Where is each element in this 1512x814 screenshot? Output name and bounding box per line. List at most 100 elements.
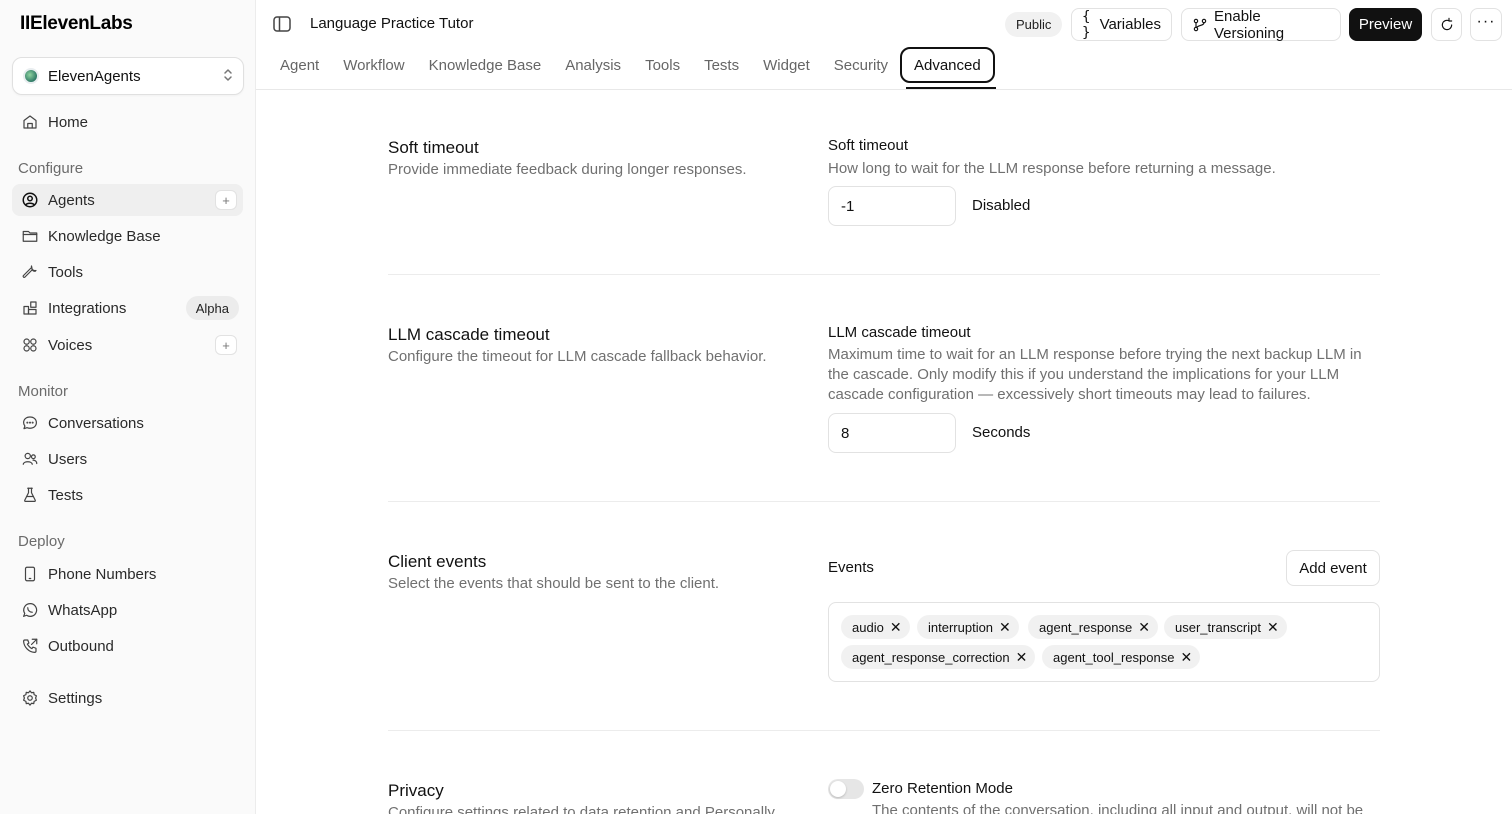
variables-button[interactable]: { } Variables bbox=[1071, 8, 1172, 41]
event-chip-label: interruption bbox=[928, 619, 994, 635]
git-branch-icon bbox=[1192, 17, 1208, 33]
event-chip: interruption ✕ bbox=[917, 615, 1019, 639]
sidebar-item-label: WhatsApp bbox=[48, 601, 118, 619]
section-deploy: Deploy bbox=[18, 533, 65, 550]
sidebar-item-outbound[interactable]: Outbound bbox=[12, 630, 243, 662]
events-multiselect[interactable]: audio ✕ interruption ✕ agent_response ✕ use… bbox=[828, 602, 1380, 682]
tab-workflow[interactable]: Workflow bbox=[331, 46, 416, 84]
workspace-switcher[interactable]: ElevenAgents bbox=[12, 57, 244, 95]
remove-chip-icon[interactable]: ✕ bbox=[1016, 650, 1028, 664]
tab-tests[interactable]: Tests bbox=[692, 46, 751, 84]
event-chip: agent_response_correction ✕ bbox=[841, 645, 1036, 669]
tab-advanced[interactable]: Advanced bbox=[899, 47, 995, 83]
soft-timeout-unit: Disabled bbox=[972, 197, 1031, 214]
privacy-title: Privacy bbox=[388, 781, 444, 800]
folder-icon bbox=[20, 226, 40, 246]
refresh-chat-icon bbox=[1439, 17, 1455, 33]
add-event-button[interactable]: Add event bbox=[1286, 550, 1380, 586]
workspace-avatar bbox=[23, 68, 39, 84]
add-voice-button[interactable]: + bbox=[215, 335, 237, 355]
zero-retention-label: Zero Retention Mode bbox=[872, 780, 1013, 797]
remove-chip-icon[interactable]: ✕ bbox=[1180, 650, 1192, 664]
sidebar-item-users[interactable]: Users bbox=[12, 443, 243, 475]
more-dots-icon: ··· bbox=[1476, 12, 1496, 30]
refresh-button[interactable] bbox=[1431, 8, 1462, 41]
flask-icon bbox=[20, 485, 40, 505]
chat-icon bbox=[20, 413, 40, 433]
sidebar-item-voices[interactable]: Voices + bbox=[12, 329, 243, 361]
brand-logo[interactable]: IIElevenLabs bbox=[20, 13, 133, 35]
section-divider bbox=[388, 730, 1380, 731]
sidebar-item-label: Outbound bbox=[48, 637, 114, 655]
tab-agent[interactable]: Agent bbox=[268, 46, 331, 84]
sidebar-item-home[interactable]: Home bbox=[12, 106, 243, 138]
enable-versioning-label: Enable Versioning bbox=[1214, 7, 1285, 42]
cascade-timeout-description: Configure the timeout for LLM cascade fa… bbox=[388, 348, 767, 365]
sidebar-item-label: Home bbox=[48, 113, 89, 131]
braces-icon: { } bbox=[1082, 8, 1091, 41]
sidebar-item-label: Tools bbox=[48, 263, 84, 281]
remove-chip-icon[interactable]: ✕ bbox=[999, 620, 1011, 634]
sidebar-item-whatsapp[interactable]: WhatsApp bbox=[12, 594, 243, 626]
sidebar-item-tools[interactable]: Tools bbox=[12, 256, 243, 288]
add-agent-button[interactable]: + bbox=[215, 190, 237, 210]
phone-outgoing-icon bbox=[20, 636, 40, 656]
remove-chip-icon[interactable]: ✕ bbox=[890, 620, 902, 634]
variables-label: Variables bbox=[1099, 16, 1161, 33]
sidebar-item-label: Conversations bbox=[48, 414, 144, 432]
soft-timeout-input[interactable] bbox=[828, 186, 956, 226]
zero-retention-toggle[interactable] bbox=[828, 779, 864, 799]
toggle-knob bbox=[830, 781, 846, 797]
user-circle-icon bbox=[20, 190, 40, 210]
users-icon bbox=[20, 449, 40, 469]
enable-versioning-button[interactable]: Enable Versioning bbox=[1181, 7, 1341, 42]
preview-button[interactable]: Preview bbox=[1349, 8, 1422, 41]
tab-knowledge-base[interactable]: Knowledge Base bbox=[417, 46, 554, 84]
more-menu-button[interactable]: ··· bbox=[1470, 8, 1502, 41]
sidebar-item-conversations[interactable]: Conversations bbox=[12, 407, 243, 439]
cascade-timeout-title: LLM cascade timeout bbox=[388, 325, 550, 344]
tab-analysis[interactable]: Analysis bbox=[553, 46, 633, 84]
gear-icon bbox=[20, 688, 40, 708]
remove-chip-icon[interactable]: ✕ bbox=[1267, 620, 1279, 634]
sidebar-item-label: Users bbox=[48, 450, 88, 468]
sidebar-item-phone-numbers[interactable]: Phone Numbers bbox=[12, 558, 243, 590]
tab-tools[interactable]: Tools bbox=[633, 46, 692, 84]
soft-timeout-title: Soft timeout bbox=[388, 138, 479, 157]
sidebar-toggle-icon[interactable] bbox=[273, 16, 291, 32]
sidebar-item-settings[interactable]: Settings bbox=[12, 682, 243, 714]
section-configure: Configure bbox=[18, 160, 84, 177]
sidebar-item-tests[interactable]: Tests bbox=[12, 479, 243, 511]
tab-widget[interactable]: Widget bbox=[751, 46, 822, 84]
section-divider bbox=[388, 501, 1380, 502]
page-title: Language Practice Tutor bbox=[310, 15, 474, 32]
soft-timeout-help: How long to wait for the LLM response be… bbox=[828, 160, 1276, 177]
workspace-label: ElevenAgents bbox=[48, 67, 141, 85]
public-badge: Public bbox=[1005, 12, 1063, 37]
tab-bar: Agent Workflow Knowledge Base Analysis T… bbox=[268, 46, 995, 90]
event-chip-label: audio bbox=[852, 619, 884, 635]
events-field-label: Events bbox=[828, 559, 874, 576]
section-monitor: Monitor bbox=[18, 383, 69, 400]
wrench-icon bbox=[20, 262, 40, 282]
tab-security[interactable]: Security bbox=[822, 46, 900, 84]
zero-retention-help: The contents of the conversation, includ… bbox=[872, 802, 1364, 814]
remove-chip-icon[interactable]: ✕ bbox=[1138, 620, 1150, 634]
sidebar-item-integrations[interactable]: Integrations Alpha bbox=[12, 292, 243, 324]
privacy-description: Configure settings related to data reten… bbox=[388, 804, 775, 814]
phone-device-icon bbox=[20, 564, 40, 584]
sidebar-item-agents[interactable]: Agents + bbox=[12, 184, 243, 216]
sidebar-item-label: Phone Numbers bbox=[48, 565, 157, 583]
whatsapp-icon bbox=[20, 600, 40, 620]
cascade-timeout-unit: Seconds bbox=[972, 424, 1031, 441]
sidebar-item-knowledge-base[interactable]: Knowledge Base bbox=[12, 220, 243, 252]
advanced-settings-panel: Soft timeout Provide immediate feedback … bbox=[256, 91, 1512, 814]
sidebar: IIElevenLabs ElevenAgents Home Configure… bbox=[0, 0, 256, 814]
client-events-title: Client events bbox=[388, 552, 487, 571]
sidebar-item-label: Integrations bbox=[48, 299, 127, 317]
cascade-timeout-input[interactable] bbox=[828, 413, 956, 453]
top-bar: Language Practice Tutor Public { } Varia… bbox=[256, 0, 1512, 90]
event-chip-label: agent_response bbox=[1039, 619, 1133, 635]
chevron-updown-icon bbox=[223, 68, 233, 84]
section-divider bbox=[388, 274, 1380, 275]
